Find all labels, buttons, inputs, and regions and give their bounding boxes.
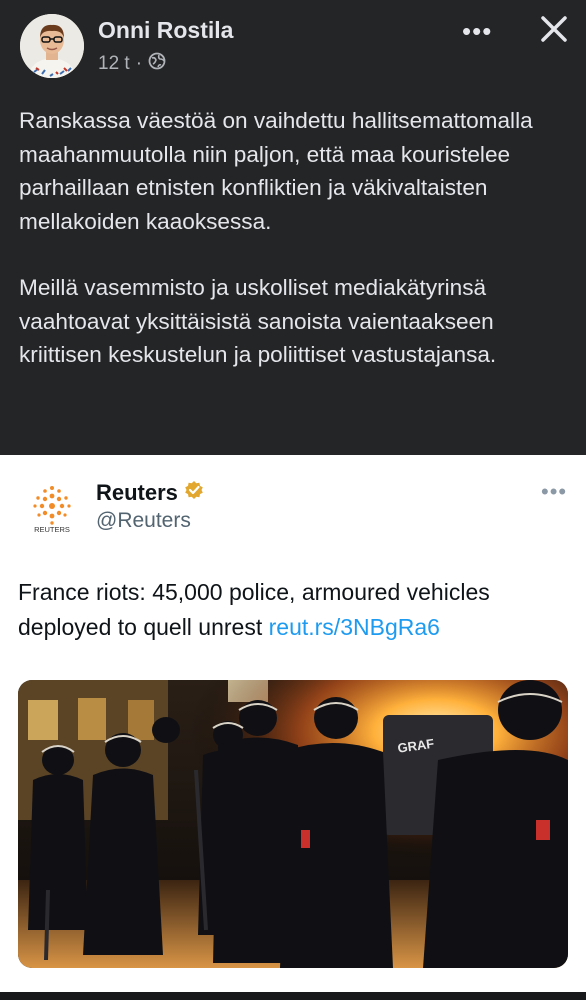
post-meta: 12 t · [98,52,166,76]
post-text: Ranskassa väestöä on vaihdettu hallitsem… [19,104,575,405]
verified-badge-icon [184,480,204,506]
tweet-handle[interactable]: @Reuters [96,509,191,533]
facebook-post: Onni Rostila 12 t · ••• Ranskassa väestö… [0,0,586,455]
reuters-logo-icon[interactable]: REUTERS [24,479,80,535]
globe-icon [148,52,166,76]
bottom-bar [0,992,586,1000]
tweet-author[interactable]: Reuters [96,480,204,506]
post-paragraph-1: Ranskassa väestöä on vaihdettu hallitsem… [19,108,533,234]
post-paragraph-2: Meillä vasemmisto ja uskolliset mediakät… [19,275,497,367]
tweet-text: France riots: 45,000 police, armoured ve… [18,575,568,645]
more-icon[interactable]: ••• [462,16,492,47]
svg-text:REUTERS: REUTERS [34,525,70,534]
embedded-tweet[interactable]: REUTERS Reuters @Reuters ••• France riot… [0,455,586,992]
tweet-author-name[interactable]: Reuters [96,480,178,506]
tweet-link[interactable]: reut.rs/3NBgRa6 [269,614,440,640]
close-icon[interactable] [536,11,572,47]
author-name[interactable]: Onni Rostila [98,17,233,44]
author-avatar[interactable] [20,14,84,78]
meta-separator: · [135,53,143,74]
tweet-photo[interactable]: GRAF [18,680,568,968]
post-time[interactable]: 12 t [98,53,130,75]
tweet-more-icon[interactable]: ••• [541,479,567,505]
